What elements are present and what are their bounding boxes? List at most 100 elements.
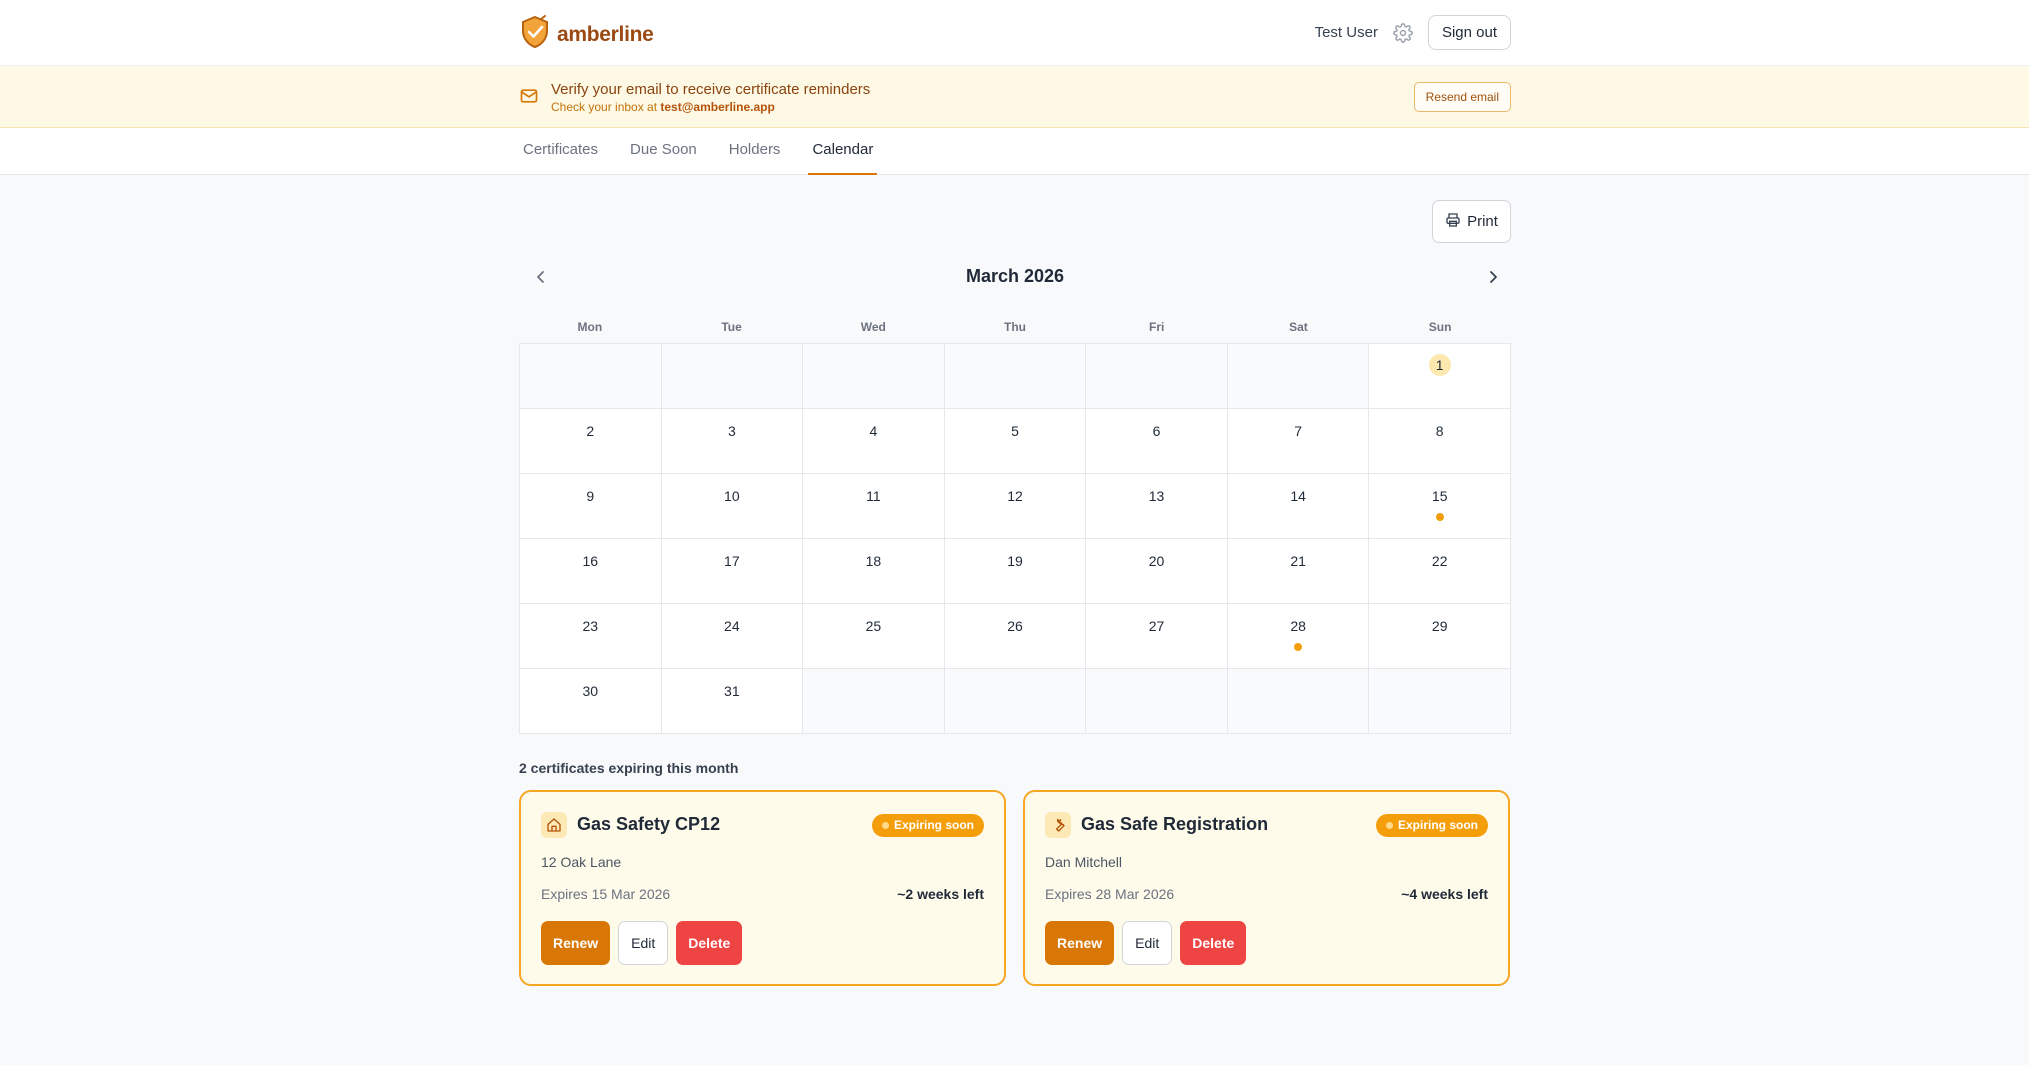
calendar-cell-empty: [1086, 344, 1228, 409]
calendar-cell-empty: [1369, 669, 1511, 734]
card-subtitle: Dan Mitchell: [1045, 854, 1123, 870]
weekday-label: Sat: [1289, 320, 1308, 334]
day-number: 31: [724, 683, 740, 699]
day-number: 4: [869, 423, 878, 439]
calendar-day-cell[interactable]: 23: [520, 604, 662, 669]
edit-button[interactable]: Edit: [1122, 921, 1173, 965]
calendar-day-cell[interactable]: 17: [661, 539, 804, 604]
calendar-day-cell[interactable]: 1: [1369, 344, 1511, 409]
calendar-day-cell[interactable]: 22: [1369, 539, 1511, 604]
calendar-day-cell[interactable]: 10: [661, 474, 804, 539]
weekday-header-row: Mon Tue Wed Thu Fri Sat Sun: [519, 320, 1511, 334]
calendar-cell-empty: [803, 344, 945, 409]
calendar-day-cell[interactable]: 25: [803, 604, 945, 669]
calendar-cell-empty: [803, 669, 945, 734]
calendar-day-cell[interactable]: 7: [1227, 409, 1370, 474]
calendar-day-cell[interactable]: 20: [1086, 539, 1228, 604]
calendar-day-cell[interactable]: 19: [944, 539, 1087, 604]
expiring-summary: 2 certificates expiring this month: [519, 760, 739, 776]
expiry-dot: [1294, 643, 1303, 651]
calendar-day-cell[interactable]: 21: [1227, 539, 1370, 604]
day-number: 22: [1431, 553, 1448, 569]
weekday-label: Tue: [721, 320, 742, 334]
day-number: 19: [1007, 553, 1023, 569]
card-title: Gas Safety CP12: [577, 814, 721, 834]
calendar-day-cell[interactable]: 4: [803, 409, 945, 474]
calendar-day-cell[interactable]: 24: [661, 604, 804, 669]
delete-button[interactable]: Delete: [676, 921, 743, 965]
card-actions: Renew Edit Delete: [1045, 921, 1247, 965]
print-button[interactable]: Print: [1432, 200, 1511, 243]
day-number: 12: [1007, 488, 1023, 504]
card-time-left: ~4 weeks left: [1401, 886, 1488, 902]
card-expiry: Expires 15 Mar 2026: [541, 886, 671, 902]
day-number: 27: [1148, 618, 1165, 634]
calendar-day-cell[interactable]: 2: [520, 409, 662, 474]
calendar-day-cell[interactable]: 6: [1086, 409, 1228, 474]
day-number: 14: [1290, 488, 1306, 504]
delete-button[interactable]: Delete: [1180, 921, 1247, 965]
day-number: 5: [1011, 423, 1019, 439]
calendar-day-cell[interactable]: 12: [944, 474, 1087, 539]
day-number: 26: [1007, 618, 1023, 634]
calendar-day-cell[interactable]: 14: [1227, 474, 1370, 539]
day-number: 30: [582, 683, 599, 699]
renew-button[interactable]: Renew: [1045, 921, 1115, 965]
calendar-day-cell[interactable]: 28: [1227, 604, 1370, 669]
calendar-day-cell[interactable]: 16: [520, 539, 662, 604]
calendar-day-cell[interactable]: 9: [520, 474, 662, 539]
day-number: 13: [1148, 488, 1165, 504]
day-number: 18: [865, 553, 882, 569]
certificate-card[interactable]: Gas Safe Registration Expiring soon Dan …: [1023, 790, 1510, 986]
day-number: 8: [1435, 423, 1444, 439]
day-number: 16: [582, 553, 599, 569]
calendar-day-cell[interactable]: 29: [1369, 604, 1511, 669]
printer-icon: [1445, 212, 1461, 232]
day-number: 9: [586, 488, 595, 504]
status-badge: Expiring soon: [1375, 814, 1488, 837]
calendar-day-cell[interactable]: 18: [803, 539, 945, 604]
calendar-grid: 1 2 3 4 5 6 7 8 9 10 11 12 13 14 15 16 17 18 19 20 21 22 23 24 2…: [519, 343, 1511, 734]
edit-button[interactable]: Edit: [618, 921, 669, 965]
day-number: 2: [586, 423, 595, 439]
calendar-cell-empty: [661, 344, 804, 409]
day-number: 20: [1148, 553, 1165, 569]
calendar-day-cell[interactable]: 11: [803, 474, 945, 539]
card-subtitle: 12 Oak Lane: [541, 854, 622, 870]
print-label: Print: [1467, 213, 1498, 230]
weekday-label: Sun: [1428, 320, 1452, 334]
day-number: 17: [724, 553, 740, 569]
prev-month-button[interactable]: [529, 265, 553, 289]
calendar-day-cell[interactable]: 13: [1086, 474, 1228, 539]
day-number: 10: [724, 488, 740, 504]
month-title: March 2026: [965, 266, 1065, 286]
day-number: 1: [1428, 354, 1451, 376]
calendar-day-cell[interactable]: 8: [1369, 409, 1511, 474]
calendar-day-cell[interactable]: 30: [520, 669, 662, 734]
calendar-day-cell[interactable]: 15: [1369, 474, 1511, 539]
certificate-card[interactable]: Gas Safety CP12 Expiring soon 12 Oak Lan…: [519, 790, 1006, 986]
calendar-day-cell[interactable]: 5: [944, 409, 1087, 474]
day-number: 21: [1290, 553, 1306, 569]
home-icon: [541, 812, 567, 838]
day-number: 25: [865, 618, 882, 634]
status-badge: Expiring soon: [871, 814, 984, 837]
calendar-cell-empty: [1227, 344, 1370, 409]
chevron-right-icon: [1490, 271, 1497, 283]
day-number: 3: [727, 423, 736, 439]
calendar-cell-empty: [520, 344, 662, 409]
day-number: 23: [582, 618, 599, 634]
renew-button[interactable]: Renew: [541, 921, 611, 965]
calendar-day-cell[interactable]: 27: [1086, 604, 1228, 669]
day-number: 29: [1431, 618, 1448, 634]
calendar-day-cell[interactable]: 26: [944, 604, 1087, 669]
calendar-day-cell[interactable]: 3: [661, 409, 804, 474]
day-number: 7: [1294, 423, 1303, 439]
next-month-button[interactable]: [1481, 265, 1505, 289]
day-number: 11: [866, 488, 881, 504]
day-number: 15: [1431, 488, 1448, 504]
calendar-cell-empty: [1086, 669, 1228, 734]
expiry-dot: [1435, 513, 1444, 521]
calendar-day-cell[interactable]: 31: [661, 669, 804, 734]
weekday-label: Thu: [1003, 320, 1026, 334]
